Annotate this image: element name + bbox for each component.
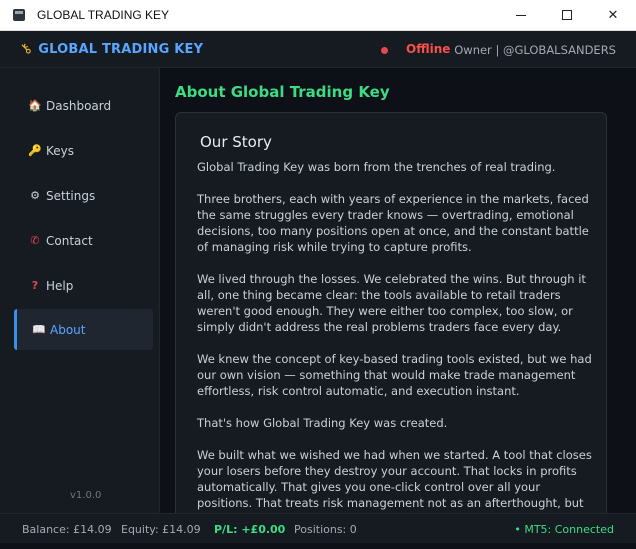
balance-label: Balance: £14.09 xyxy=(22,523,112,536)
app-icon xyxy=(13,9,25,21)
content-scrollbar[interactable] xyxy=(630,68,636,513)
book-icon: 📖 xyxy=(32,323,46,336)
card-heading: Our Story xyxy=(200,133,272,151)
key-icon: 🔑 xyxy=(28,144,42,157)
status-bar: Balance: £14.09 Equity: £14.09 P/L: +£0.… xyxy=(0,513,636,543)
maximize-icon xyxy=(562,10,572,20)
window-titlebar[interactable]: GLOBAL TRADING KEY ✕ xyxy=(0,0,636,31)
key-icon: ⚷ xyxy=(16,39,36,59)
minimize-icon xyxy=(516,14,526,16)
sidebar-item-label: About xyxy=(50,322,86,337)
maximize-button[interactable] xyxy=(544,0,590,30)
story-text: Global Trading Key was born from the tre… xyxy=(197,159,597,513)
home-icon: 🏠 xyxy=(28,99,42,112)
sidebar-item-label: Keys xyxy=(46,143,75,158)
story-paragraph: That's how Global Trading Key was create… xyxy=(197,416,448,430)
sidebar-item-help[interactable]: ? Help xyxy=(14,265,153,306)
sidebar-item-label: Help xyxy=(46,278,74,293)
phone-icon: ✆ xyxy=(30,234,40,247)
story-card: Our Story Global Trading Key was born fr… xyxy=(175,112,607,513)
mt5-connection-status: • MT5: Connected xyxy=(514,523,614,536)
question-icon: ? xyxy=(31,279,39,292)
sidebar-item-dashboard[interactable]: 🏠 Dashboard xyxy=(14,85,153,126)
sidebar-item-label: Dashboard xyxy=(46,98,112,113)
owner-label: Owner | @GLOBALSANDERS xyxy=(454,43,616,57)
main-content: About Global Trading Key Our Story Globa… xyxy=(160,68,636,513)
window-controls: ✕ xyxy=(498,0,636,30)
story-paragraph: We lived through the losses. We celebrat… xyxy=(197,272,586,334)
pl-label: P/L: +£0.00 xyxy=(214,523,286,536)
gear-icon: ⚙ xyxy=(30,189,40,202)
story-paragraph: Global Trading Key was born from the tre… xyxy=(197,160,556,174)
window-bottom-edge xyxy=(0,543,636,549)
sidebar-item-settings[interactable]: ⚙ Settings xyxy=(14,175,153,216)
minimize-button[interactable] xyxy=(498,0,544,30)
close-button[interactable]: ✕ xyxy=(590,0,636,30)
sidebar-item-label: Contact xyxy=(46,233,93,248)
story-paragraph: Three brothers, each with years of exper… xyxy=(197,192,589,254)
sidebar: 🏠 Dashboard 🔑 Keys ⚙ Settings ✆ Contact … xyxy=(0,68,160,513)
sidebar-item-keys[interactable]: 🔑 Keys xyxy=(14,130,153,171)
sidebar-item-about[interactable]: 📖 About xyxy=(14,309,153,350)
page-title: About Global Trading Key xyxy=(175,83,390,101)
close-icon: ✕ xyxy=(607,7,619,23)
sidebar-item-contact[interactable]: ✆ Contact xyxy=(14,220,153,261)
window-title: GLOBAL TRADING KEY xyxy=(37,8,170,22)
sidebar-item-label: Settings xyxy=(46,188,96,203)
story-paragraph: We built what we wished we had when we s… xyxy=(197,448,592,513)
version-label: v1.0.0 xyxy=(70,490,102,501)
story-paragraph: We knew the concept of key-based trading… xyxy=(197,352,592,398)
connection-status: Offline xyxy=(406,42,451,56)
status-dot-icon xyxy=(381,47,388,54)
equity-label: Equity: £14.09 xyxy=(121,523,201,536)
app-header: ⚷ GLOBAL TRADING KEY Offline Owner | @GL… xyxy=(0,31,636,68)
positions-label: Positions: 0 xyxy=(294,523,357,536)
brand-title: GLOBAL TRADING KEY xyxy=(38,41,204,57)
